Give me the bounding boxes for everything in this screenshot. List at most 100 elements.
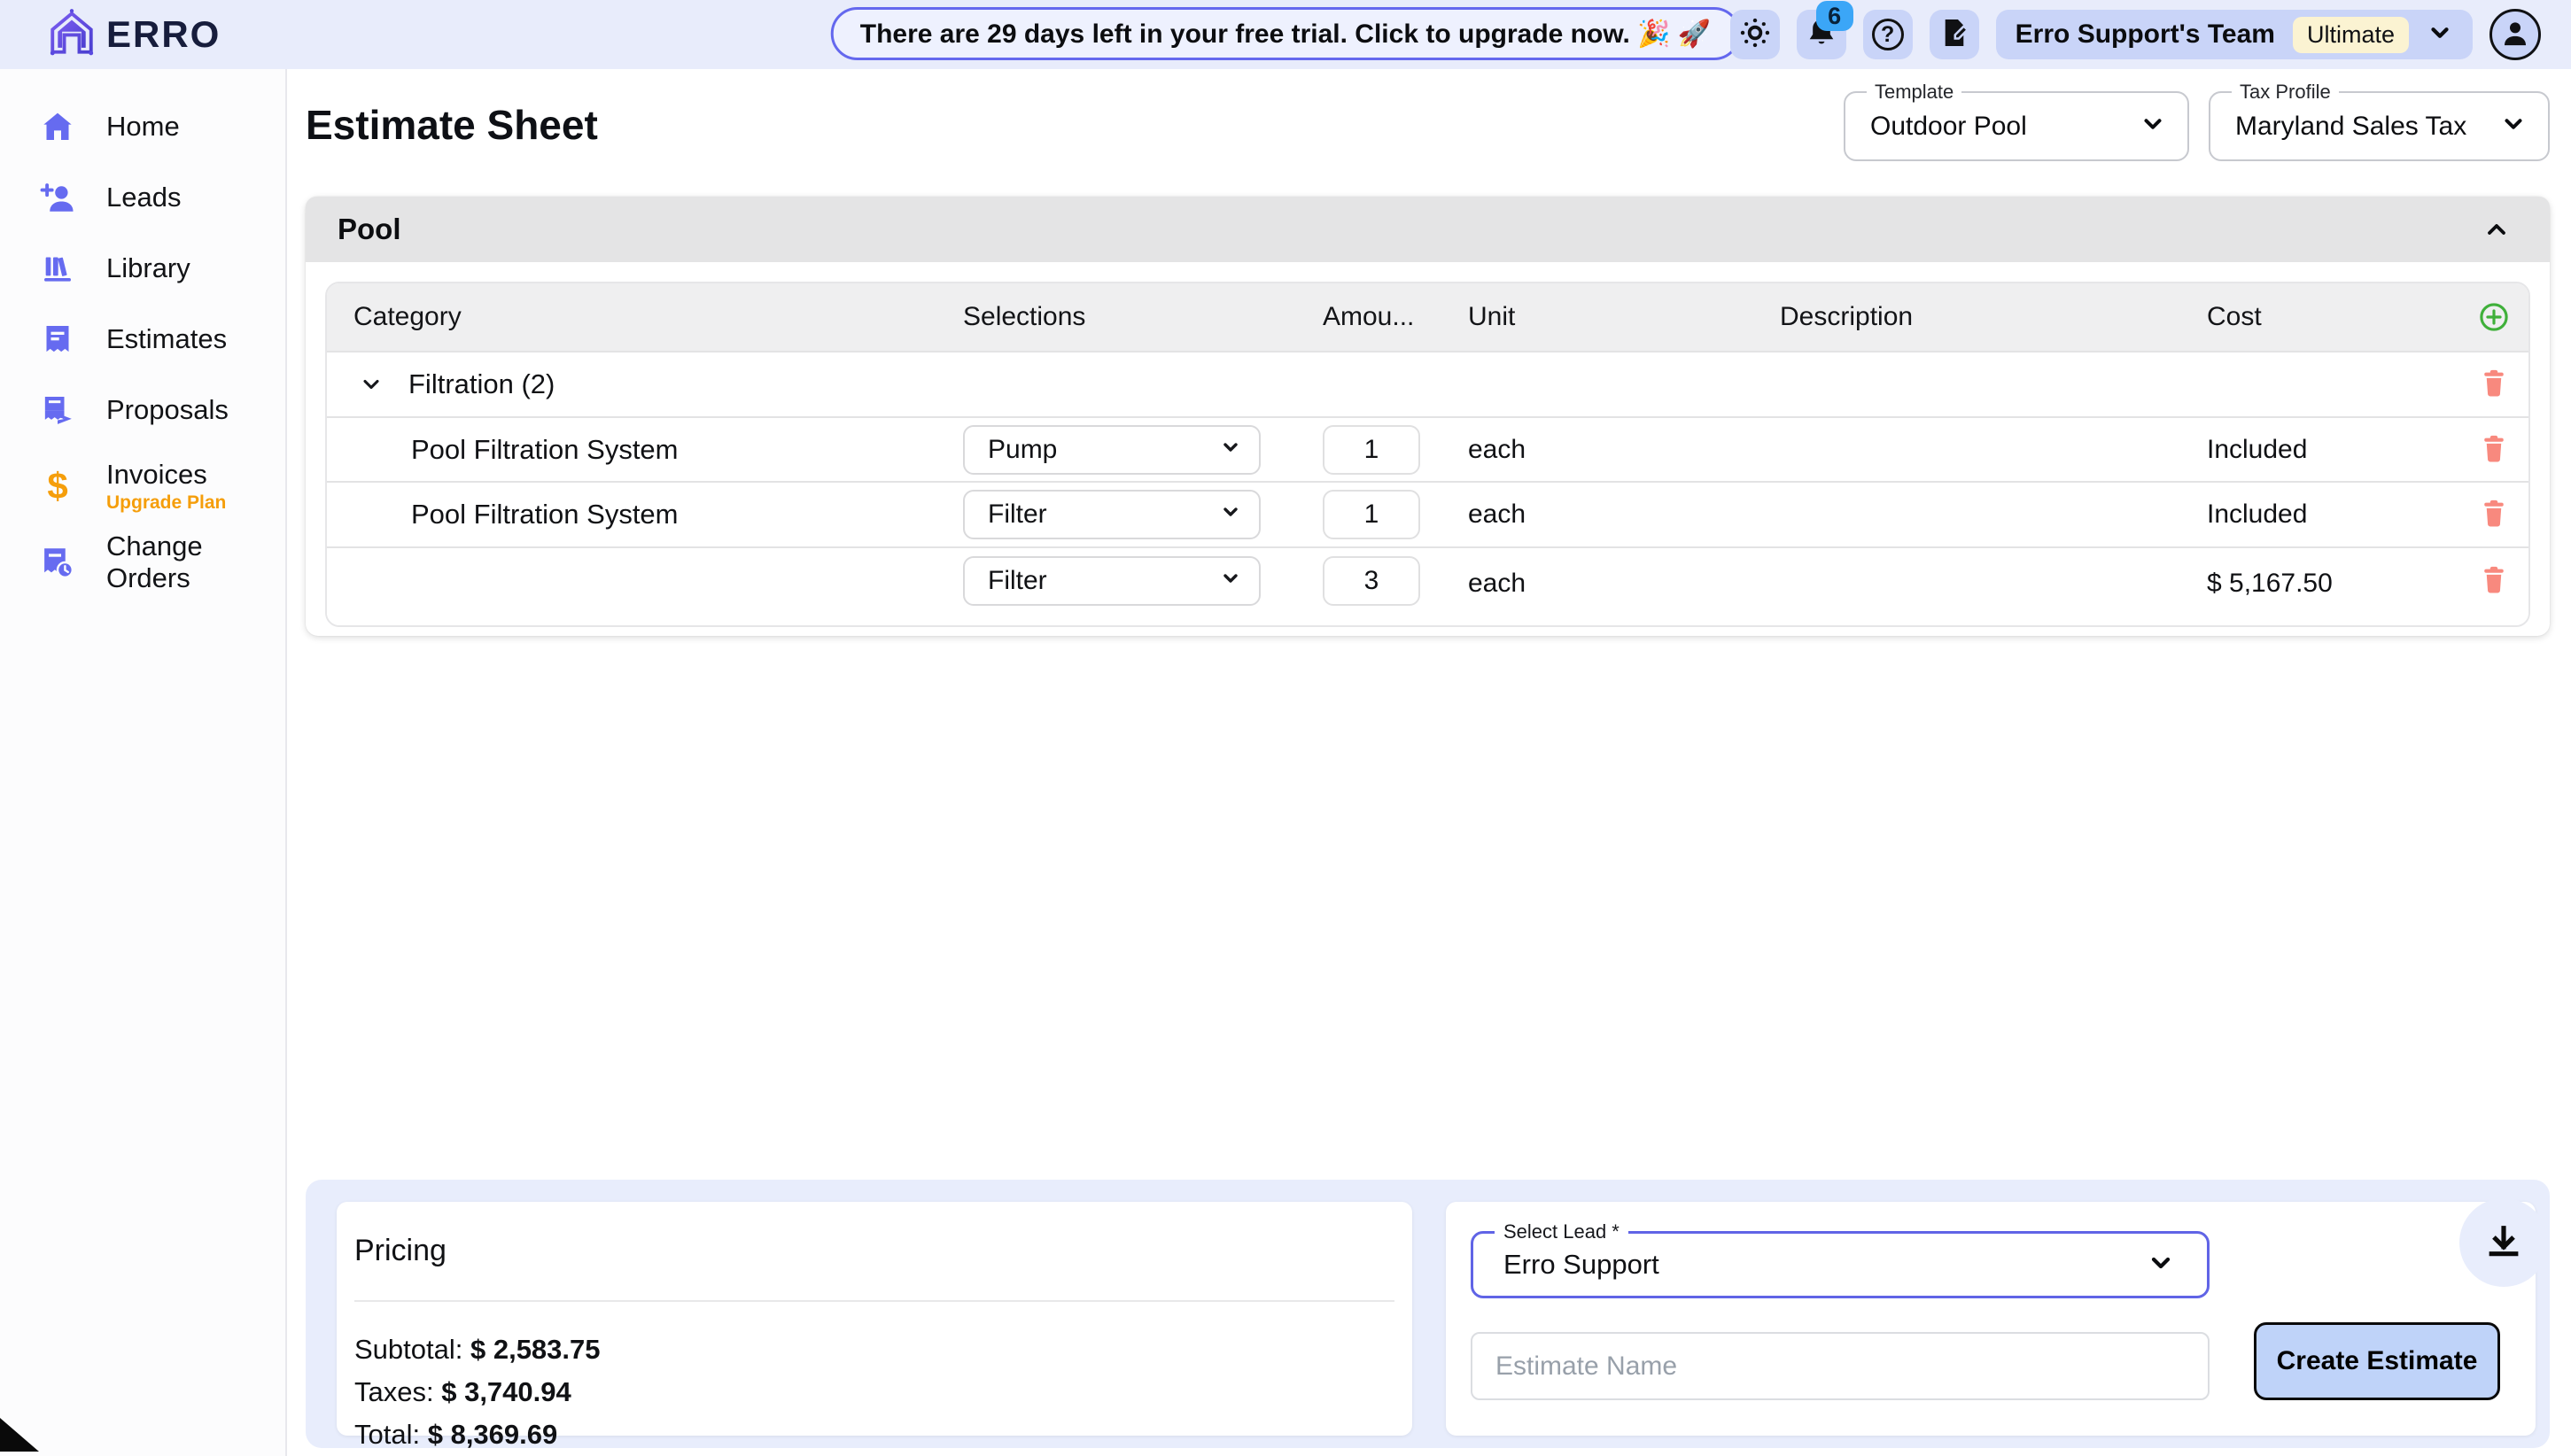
sidebar-item-home[interactable]: Home <box>0 91 285 162</box>
table-row: Pool Filtration System Filter 1 each Inc… <box>327 481 2528 546</box>
selection-value: Filter <box>988 500 1047 530</box>
home-icon <box>39 108 76 145</box>
delete-row-button[interactable] <box>2479 564 2509 598</box>
estimate-name-input[interactable] <box>1471 1332 2210 1400</box>
create-estimate-button[interactable]: Create Estimate <box>2254 1322 2500 1400</box>
logo-text: ERRO <box>106 13 221 56</box>
sidebar-item-label: Home <box>106 111 180 143</box>
help-icon: ? <box>1872 19 1904 50</box>
total-value: $ 8,369.69 <box>428 1419 558 1450</box>
template-label: Template <box>1867 81 1961 104</box>
user-avatar-button[interactable] <box>2489 9 2541 60</box>
col-amount: Amou... <box>1316 302 1457 332</box>
plan-badge: Ultimate <box>2293 17 2409 53</box>
sidebar-item-label: Library <box>106 252 190 284</box>
page-title: Estimate Sheet <box>306 101 598 149</box>
theme-toggle-button[interactable] <box>1730 10 1780 59</box>
team-name: Erro Support's Team <box>2016 19 2275 50</box>
team-switcher[interactable]: Erro Support's Team Ultimate <box>1996 10 2473 59</box>
amount-input[interactable]: 3 <box>1323 556 1420 606</box>
col-selections: Selections <box>956 302 1316 332</box>
pool-section-header[interactable]: Pool <box>306 197 2550 262</box>
sidebar-item-label: Change Orders <box>106 531 285 594</box>
subtotal-value: $ 2,583.75 <box>470 1334 601 1365</box>
chevron-down-icon <box>1220 500 1241 530</box>
pricing-card: Pricing Subtotal: $ 2,583.75 Taxes: $ 3,… <box>337 1202 1412 1436</box>
sidebar-item-change-orders[interactable]: Change Orders <box>0 527 285 598</box>
sidebar-item-proposals[interactable]: Proposals <box>0 375 285 445</box>
row-cost: $ 5,167.50 <box>2193 556 2458 599</box>
help-button[interactable]: ? <box>1863 10 1913 59</box>
chevron-down-icon <box>2427 19 2453 50</box>
proposal-icon <box>39 391 76 429</box>
selection-select[interactable]: Filter <box>963 490 1261 539</box>
receipt-icon <box>39 321 76 358</box>
sun-icon <box>1738 16 1772 54</box>
selection-value: Pump <box>988 435 1057 465</box>
person-icon <box>2497 15 2533 55</box>
notifications-button[interactable]: 6 <box>1797 10 1846 59</box>
download-button[interactable] <box>2481 1220 2527 1266</box>
pool-section-title: Pool <box>338 213 401 246</box>
collapse-chevron-up-icon[interactable] <box>2482 215 2511 244</box>
col-cost: Cost <box>2193 302 2458 332</box>
chevron-down-icon <box>2140 111 2166 142</box>
sidebar-item-leads[interactable]: Leads <box>0 162 285 233</box>
pool-items-table: Category Selections Amou... Unit Descrip… <box>325 282 2530 627</box>
row-category: Pool Filtration System <box>327 434 956 466</box>
chevron-down-icon <box>2147 1249 2175 1282</box>
table-row: Filter 3 each $ 5,167.50 <box>327 546 2528 625</box>
add-row-button[interactable] <box>2478 301 2510 333</box>
person-add-icon <box>39 179 76 216</box>
download-notch <box>2459 1198 2548 1287</box>
delete-row-button[interactable] <box>2479 368 2509 401</box>
row-category: Pool Filtration System <box>327 499 956 531</box>
upgrade-plan-tag[interactable]: Upgrade Plan <box>106 492 226 514</box>
sidebar-item-library[interactable]: Library <box>0 233 285 304</box>
feedback-button[interactable] <box>1930 10 1979 59</box>
taxes-value: $ 3,740.94 <box>441 1376 571 1407</box>
col-category: Category <box>327 302 956 332</box>
template-value: Outdoor Pool <box>1870 112 2027 142</box>
group-label: Filtration (2) <box>408 368 555 400</box>
taxes-line: Taxes: $ 3,740.94 <box>354 1371 1394 1413</box>
tax-profile-value: Maryland Sales Tax <box>2235 112 2466 142</box>
chevron-down-icon <box>1220 566 1241 596</box>
chevron-down-icon <box>1220 435 1241 465</box>
row-unit: each <box>1457 556 1769 599</box>
delete-row-button[interactable] <box>2479 498 2509 531</box>
app-logo[interactable]: ERRO <box>46 7 221 63</box>
sidebar-item-label: Leads <box>106 182 181 213</box>
page-header: Estimate Sheet Template Outdoor Pool Tax… <box>287 69 2571 197</box>
sidebar-item-invoices[interactable]: $ Invoices Upgrade Plan <box>0 445 285 527</box>
tax-profile-select[interactable]: Tax Profile Maryland Sales Tax <box>2209 91 2550 161</box>
selection-value: Filter <box>988 566 1047 596</box>
notification-count-badge: 6 <box>1816 1 1853 31</box>
table-row: Filtration (2) <box>327 351 2528 416</box>
mouse-cursor <box>0 1418 39 1456</box>
amount-input[interactable]: 1 <box>1323 425 1420 475</box>
sidebar-item-label: Invoices <box>106 459 226 491</box>
create-estimate-card: Select Lead * Erro Support Create Estima… <box>1446 1202 2536 1436</box>
template-select[interactable]: Template Outdoor Pool <box>1844 91 2189 161</box>
select-lead-dropdown[interactable]: Select Lead * Erro Support <box>1471 1231 2210 1298</box>
bottom-panel: Pricing Subtotal: $ 2,583.75 Taxes: $ 3,… <box>306 1180 2550 1448</box>
delete-row-button[interactable] <box>2479 433 2509 467</box>
amount-input[interactable]: 1 <box>1323 490 1420 539</box>
select-lead-value: Erro Support <box>1503 1249 1659 1281</box>
main-content: Estimate Sheet Template Outdoor Pool Tax… <box>287 69 2571 1456</box>
sidebar-item-estimates[interactable]: Estimates <box>0 304 285 375</box>
selection-select[interactable]: Pump <box>963 425 1261 475</box>
books-icon <box>39 250 76 287</box>
trial-upgrade-banner[interactable]: There are 29 days left in your free tria… <box>831 7 1741 60</box>
row-cost: Included <box>2193 500 2458 530</box>
app-screen: ERRO There are 29 days left in your free… <box>0 0 2571 1456</box>
pool-section: Pool Category Selections Amou... Unit De… <box>306 197 2550 636</box>
expand-chevron-down-icon[interactable] <box>359 372 384 397</box>
selection-select[interactable]: Filter <box>963 556 1261 606</box>
table-row: Pool Filtration System Pump 1 each Inclu… <box>327 416 2528 481</box>
change-order-icon <box>39 544 76 581</box>
chevron-down-icon <box>2500 111 2527 142</box>
row-unit: each <box>1457 500 1769 530</box>
subtotal-line: Subtotal: $ 2,583.75 <box>354 1328 1394 1371</box>
